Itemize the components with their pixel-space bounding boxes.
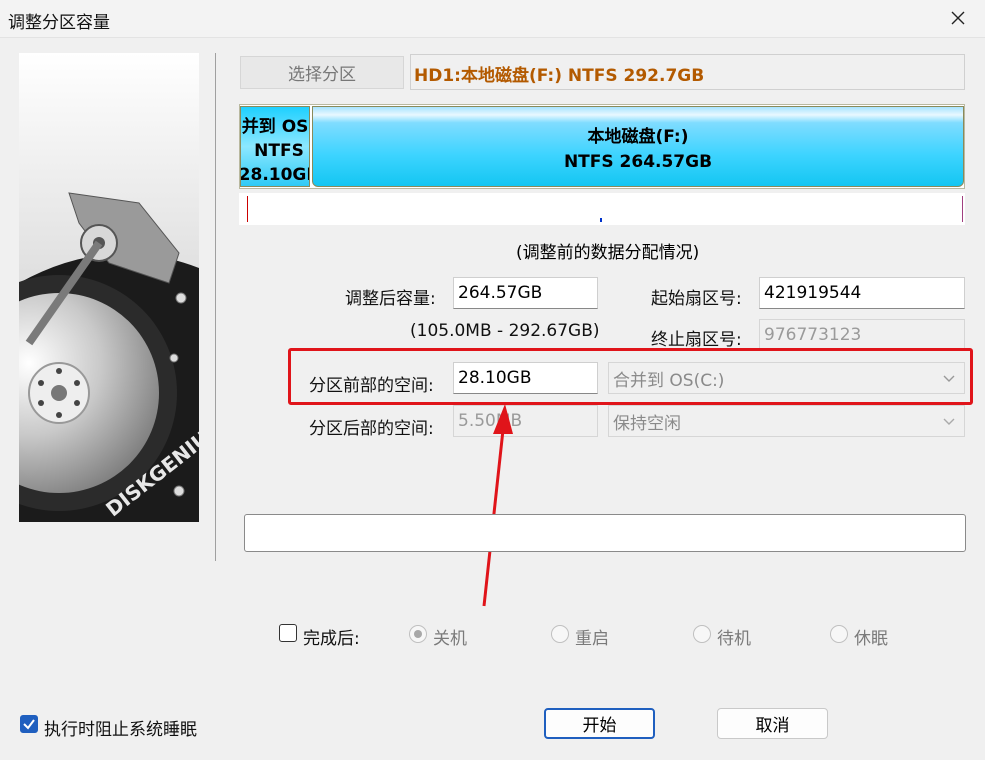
after-space-action-value: 保持空闲 bbox=[613, 413, 681, 434]
start-sector-label: 起始扇区号: bbox=[651, 289, 742, 309]
end-sector-label: 终止扇区号: bbox=[651, 330, 742, 350]
radio-hibernate-label: 休眠 bbox=[854, 629, 888, 649]
start-sector-input[interactable]: 421919544 bbox=[759, 277, 965, 309]
chevron-down-icon bbox=[943, 418, 955, 425]
prevent-sleep-checkbox[interactable] bbox=[20, 715, 38, 733]
partition-os-line3: 28.10GB bbox=[240, 165, 309, 185]
radio-hibernate bbox=[830, 625, 848, 643]
disk-title: HD1:本地磁盘(F:) NTFS 292.7GB bbox=[414, 66, 705, 86]
data-distribution-bar bbox=[239, 193, 965, 225]
window-title: 调整分区容量 bbox=[8, 13, 110, 33]
after-completion-checkbox[interactable] bbox=[279, 624, 297, 642]
radio-standby-label: 待机 bbox=[717, 629, 751, 649]
after-completion-label: 完成后: bbox=[303, 629, 360, 649]
close-button[interactable] bbox=[942, 4, 974, 32]
annotation-highlight-box bbox=[288, 348, 973, 405]
new-size-input[interactable]: 264.57GB bbox=[453, 277, 598, 309]
radio-shutdown bbox=[409, 625, 427, 643]
after-space-label: 分区后部的空间: bbox=[309, 419, 434, 439]
distribution-caption: (调整前的数据分配情况) bbox=[516, 243, 700, 263]
end-sector-input: 976773123 bbox=[759, 319, 965, 351]
diskgenius-side-image: DISKGENIUS bbox=[19, 53, 199, 522]
partition-os-line1: 并到 OS( bbox=[241, 117, 310, 137]
radio-restart-label: 重启 bbox=[575, 629, 609, 649]
partition-f-size: NTFS 264.57GB bbox=[563, 152, 713, 172]
after-space-action-select: 保持空闲 bbox=[608, 405, 965, 437]
annotation-arrow-icon bbox=[482, 404, 513, 607]
radio-restart bbox=[551, 625, 569, 643]
distribution-marker-end bbox=[962, 196, 963, 222]
radio-shutdown-label: 关机 bbox=[433, 629, 467, 649]
close-icon bbox=[951, 11, 965, 25]
radio-standby bbox=[693, 625, 711, 643]
partition-os-line2: NTFS bbox=[254, 141, 304, 161]
checkmark-icon bbox=[23, 719, 35, 730]
vertical-separator bbox=[215, 53, 216, 561]
cancel-button[interactable]: 取消 bbox=[717, 708, 828, 739]
distribution-marker-mid bbox=[600, 218, 602, 222]
partition-f-block[interactable]: 本地磁盘(F:) NTFS 264.57GB bbox=[312, 106, 964, 187]
select-partition-button[interactable]: 选择分区 bbox=[240, 56, 404, 89]
distribution-marker-start bbox=[247, 196, 248, 222]
partition-f-name: 本地磁盘(F:) bbox=[587, 127, 689, 147]
prevent-sleep-label: 执行时阻止系统睡眠 bbox=[44, 720, 197, 740]
size-range-text: (105.0MB - 292.67GB) bbox=[410, 321, 600, 341]
start-button[interactable]: 开始 bbox=[544, 708, 655, 739]
new-size-label: 调整后容量: bbox=[345, 289, 436, 309]
partition-os-block[interactable]: 并到 OS( NTFS 28.10GB bbox=[240, 106, 310, 187]
progress-bar bbox=[244, 514, 966, 552]
title-bar bbox=[0, 0, 985, 38]
